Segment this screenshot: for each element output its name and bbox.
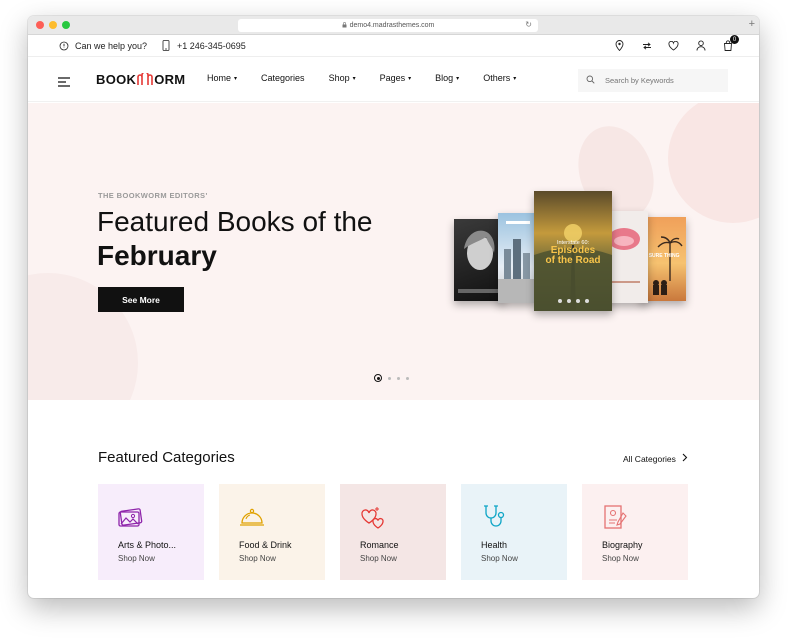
category-cards: Arts & Photo... Shop Now Food & Drink Sh… (98, 484, 688, 580)
hero-banner: THE BOOKWORM EDITORS' Featured Books of … (28, 103, 759, 400)
top-info-bar: Can we help you? +1 246-345-0695 0 (28, 35, 759, 57)
category-card-arts[interactable]: Arts & Photo... Shop Now (98, 484, 204, 580)
user-icon[interactable] (695, 40, 706, 51)
cart-count-badge: 0 (730, 35, 739, 44)
hero-eyebrow: THE BOOKWORM EDITORS' (98, 191, 208, 200)
shop-now-link[interactable]: Shop Now (360, 554, 397, 563)
location-icon[interactable] (614, 40, 625, 51)
help-icon (58, 40, 69, 51)
url-text: demo4.madrasthemes.com (349, 22, 435, 29)
search-input[interactable] (605, 76, 715, 85)
nav-item-blog[interactable]: Blog ▾ (435, 73, 459, 83)
category-name: Biography (602, 540, 643, 550)
main-navbar: BOOK ORM Home ▾ Categories Shop ▾ Pages … (28, 57, 759, 102)
all-categories-link[interactable]: All Categories (623, 453, 688, 464)
new-tab-button[interactable]: + (749, 18, 755, 30)
category-card-romance[interactable]: Romance Shop Now (340, 484, 446, 580)
nav-label: Pages (379, 73, 406, 83)
logo-w-icon (137, 73, 154, 86)
browser-titlebar: demo4.madrasthemes.com ↻ + (28, 16, 759, 35)
hero-title-line1: Featured Books of the (97, 206, 373, 237)
slider-dot-2[interactable] (388, 376, 391, 380)
hero-book-stack: E SURE THING Interstate 60: Episodes of … (452, 191, 692, 315)
close-window-button[interactable] (36, 21, 44, 29)
romance-icon (359, 503, 387, 531)
category-card-health[interactable]: Health Shop Now (461, 484, 567, 580)
featured-categories-title: Featured Categories (98, 449, 235, 466)
minimize-window-button[interactable] (49, 21, 57, 29)
lock-icon (342, 21, 347, 30)
nav-label: Blog (435, 73, 454, 83)
search-box (578, 69, 728, 92)
category-name: Health (481, 540, 508, 550)
chevron-right-icon (682, 453, 688, 464)
hero-slider-dots (374, 374, 409, 382)
address-bar[interactable]: demo4.madrasthemes.com ↻ (238, 19, 538, 32)
phone-text: +1 246-345-0695 (177, 40, 246, 51)
chevron-down-icon: ▾ (234, 75, 238, 82)
cart-icon[interactable]: 0 (722, 35, 739, 51)
nav-item-pages[interactable]: Pages ▾ (380, 73, 412, 83)
main-menu: Home ▾ Categories Shop ▾ Pages ▾ Blog ▾ … (207, 73, 540, 83)
logo-text-right: ORM (154, 72, 186, 87)
nav-item-others[interactable]: Others ▾ (483, 73, 516, 83)
biography-icon (601, 503, 629, 531)
nav-item-home[interactable]: Home ▾ (207, 73, 237, 83)
category-card-food[interactable]: Food & Drink Shop Now (219, 484, 325, 580)
category-name: Romance (360, 540, 399, 550)
all-categories-label: All Categories (623, 453, 676, 464)
maximize-window-button[interactable] (62, 21, 70, 29)
hero-title-line2: February (97, 240, 217, 271)
chevron-down-icon: ▾ (456, 75, 460, 82)
category-name: Arts & Photo... (118, 540, 177, 550)
book-cover-featured[interactable]: Interstate 60: Episodes of the Road (534, 191, 612, 311)
chevron-down-icon: ▾ (352, 75, 356, 82)
compare-icon[interactable] (641, 40, 652, 51)
search-icon[interactable] (586, 75, 595, 86)
phone-icon (160, 40, 171, 51)
nav-label: Home (207, 73, 232, 83)
browser-window: demo4.madrasthemes.com ↻ + Can we help y… (28, 16, 759, 598)
side-book-title: E SURE THING (644, 253, 680, 259)
chevron-down-icon: ▾ (408, 75, 412, 82)
nav-item-categories[interactable]: Categories (261, 73, 305, 83)
help-text: Can we help you? (75, 40, 148, 51)
shop-now-link[interactable]: Shop Now (239, 554, 276, 563)
topbar-icons: 0 (614, 35, 739, 51)
health-icon (480, 503, 508, 531)
hamburger-menu-icon[interactable] (58, 74, 70, 92)
help-link[interactable]: Can we help you? (58, 40, 147, 51)
slider-dot-4[interactable] (406, 376, 409, 380)
featured-book-title-line2: of the Road (545, 255, 601, 266)
reload-icon[interactable]: ↻ (525, 20, 532, 29)
phone-link[interactable]: +1 246-345-0695 (160, 40, 246, 51)
category-name: Food & Drink (239, 540, 292, 550)
book-cover-city[interactable] (498, 213, 538, 303)
slider-dot-1[interactable] (374, 374, 382, 382)
window-controls (36, 21, 70, 29)
shop-now-link[interactable]: Shop Now (481, 554, 518, 563)
arts-photo-icon (117, 503, 145, 531)
food-drink-icon (238, 503, 266, 531)
nav-item-shop[interactable]: Shop ▾ (329, 73, 356, 83)
shop-now-link[interactable]: Shop Now (602, 554, 639, 563)
heart-icon[interactable] (668, 40, 679, 51)
book-cover-portrait[interactable] (454, 219, 504, 301)
category-card-biography[interactable]: Biography Shop Now (582, 484, 688, 580)
slider-dot-3[interactable] (397, 376, 400, 380)
nav-label: Others (483, 73, 511, 83)
site-logo[interactable]: BOOK ORM (96, 72, 185, 87)
shop-now-link[interactable]: Shop Now (118, 554, 155, 563)
logo-text-left: BOOK (96, 72, 137, 87)
chevron-down-icon: ▾ (513, 75, 517, 82)
nav-label: Categories (261, 73, 305, 83)
nav-label: Shop (328, 73, 350, 83)
see-more-button[interactable]: See More (98, 287, 184, 312)
